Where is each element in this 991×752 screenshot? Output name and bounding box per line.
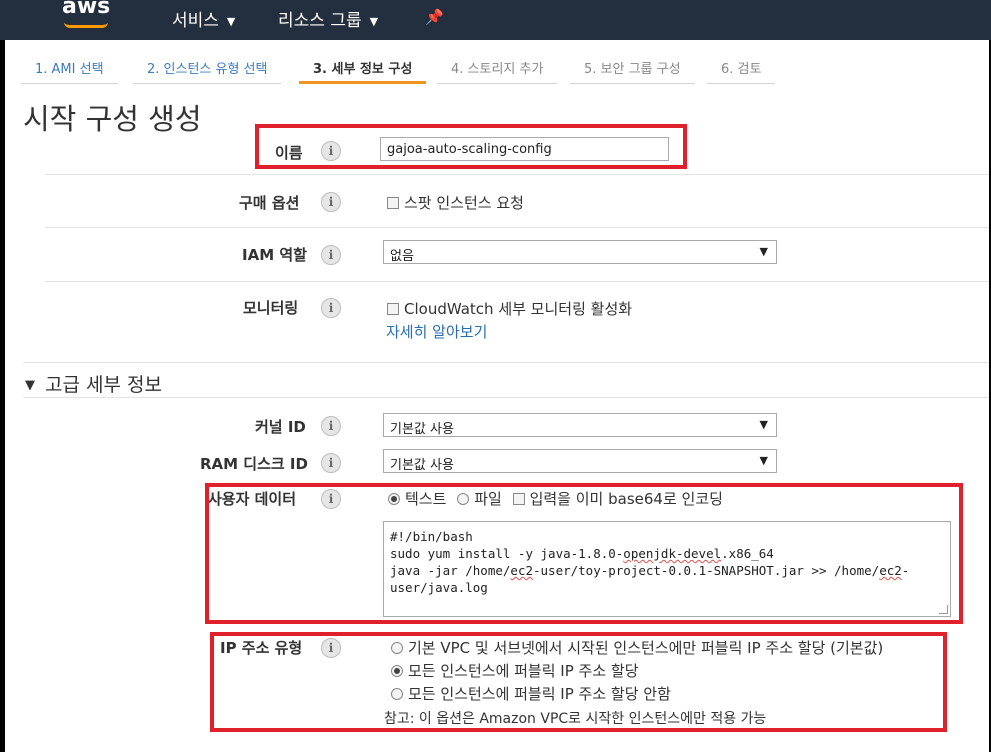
info-icon[interactable]: i (321, 245, 341, 265)
aws-logo-smile (64, 22, 108, 28)
highlight-box (255, 124, 687, 169)
iam-role-value: 없음 (390, 249, 414, 264)
advanced-details-title: 고급 세부 정보 (45, 374, 162, 396)
spot-instance-checkbox[interactable]: 스팟 인스턴스 요청 (387, 192, 524, 213)
monitoring-label: 모니터링 (243, 299, 299, 317)
iam-role-label: IAM 역할 (242, 246, 307, 264)
spot-instance-label: 스팟 인스턴스 요청 (404, 194, 524, 212)
iam-role-select[interactable]: 없음 ▼ (383, 240, 777, 264)
kernel-id-value: 기본값 사용 (390, 422, 454, 437)
dropdown-arrow-icon: ▼ (759, 454, 768, 467)
tab-instance-type[interactable]: 2. 인스턴스 유형 선택 (133, 52, 282, 84)
kernel-id-label: 커널 ID (255, 418, 306, 436)
resource-groups-label: 리소스 그룹 (278, 11, 362, 31)
advanced-details-toggle[interactable]: ▼ 고급 세부 정보 (25, 370, 162, 397)
divider (23, 397, 989, 398)
highlight-box (210, 632, 947, 732)
page-title: 시작 구성 생성 (23, 102, 202, 136)
cloudwatch-label: CloudWatch 세부 모니터링 활성화 (404, 300, 633, 318)
resource-groups-menu[interactable]: 리소스 그룹 ▼ (278, 6, 378, 31)
divider (45, 174, 989, 175)
checkbox-box[interactable] (387, 303, 399, 315)
ramdisk-id-select[interactable]: 기본값 사용 ▼ (383, 449, 777, 473)
dropdown-arrow-icon: ▼ (759, 418, 768, 431)
services-label: 서비스 (172, 11, 219, 31)
ramdisk-id-value: 기본값 사용 (390, 458, 454, 473)
checkbox-box[interactable] (387, 197, 399, 209)
chevron-down-icon: ▼ (226, 14, 236, 28)
info-icon[interactable]: i (321, 416, 341, 436)
divider (23, 362, 989, 363)
services-menu[interactable]: 서비스 ▼ (172, 6, 235, 31)
tab-storage: 4. 스토리지 추가 (437, 52, 558, 84)
divider (45, 227, 989, 228)
pin-icon[interactable]: 📌 (425, 8, 444, 26)
info-icon[interactable]: i (321, 453, 341, 473)
dropdown-arrow-icon: ▼ (759, 245, 768, 258)
tab-configure-details[interactable]: 3. 세부 정보 구성 (299, 52, 427, 84)
main-panel: 1. AMI 선택 2. 인스턴스 유형 선택 3. 세부 정보 구성 4. 스… (5, 40, 989, 752)
cloudwatch-checkbox[interactable]: CloudWatch 세부 모니터링 활성화 (387, 298, 632, 319)
caret-down-icon: ▼ (25, 378, 35, 393)
tab-ami[interactable]: 1. AMI 선택 (21, 52, 118, 84)
ramdisk-id-label: RAM 디스크 ID (200, 455, 308, 473)
divider (45, 281, 989, 282)
learn-more-link[interactable]: 자세히 알아보기 (386, 321, 487, 342)
info-icon[interactable]: i (321, 192, 341, 212)
tab-security-group: 5. 보안 그룹 구성 (570, 52, 695, 84)
purchase-option-label: 구매 옵션 (239, 194, 300, 212)
info-icon[interactable]: i (321, 298, 341, 318)
chevron-down-icon: ▼ (369, 14, 379, 28)
highlight-box (205, 483, 963, 624)
tab-review: 6. 검토 (707, 52, 776, 84)
screenshot: aws 서비스 ▼ 리소스 그룹 ▼ 📌 1. AMI 선택 2. 인스턴스 유형 … (0, 0, 991, 752)
top-nav-bar: aws 서비스 ▼ 리소스 그룹 ▼ 📌 (0, 0, 991, 40)
kernel-id-select[interactable]: 기본값 사용 ▼ (383, 413, 777, 437)
aws-logo[interactable]: aws (62, 0, 110, 19)
